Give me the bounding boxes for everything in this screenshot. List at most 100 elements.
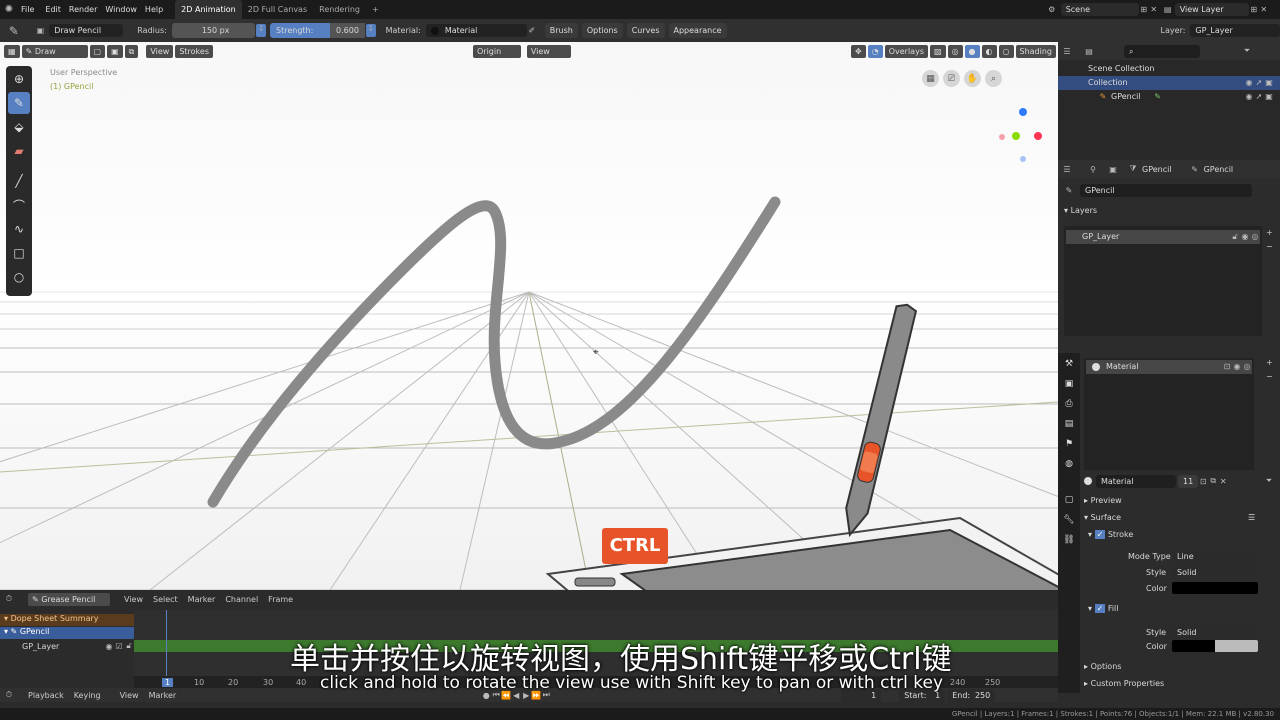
stroke-style-selector[interactable]: Solid: [1172, 566, 1258, 579]
view-menu[interactable]: View: [146, 44, 174, 58]
timeline-editor-icon[interactable]: ⏱: [4, 690, 14, 700]
zoom-icon[interactable]: ⌕: [985, 70, 1002, 87]
end-frame-field[interactable]: End: 250: [947, 688, 996, 702]
checkbox-icon[interactable]: ☑: [114, 642, 124, 651]
erase-tool-icon[interactable]: ▰: [8, 140, 30, 162]
lock-icon[interactable]: 🔓︎: [124, 641, 134, 651]
visibility-eye-icon[interactable]: ◉: [104, 642, 114, 651]
tool-tab-icon[interactable]: ⚒: [1060, 355, 1078, 373]
channel-gpencil[interactable]: ▾ ✎ GPencil: [0, 627, 134, 639]
stroke-panel-header[interactable]: ▾ ✓ Stroke: [1088, 530, 1133, 539]
menu-edit[interactable]: Edit: [41, 0, 65, 19]
custom-props-panel-header[interactable]: ▸ Custom Properties: [1084, 679, 1164, 688]
toggle-camera-icon[interactable]: ▦: [922, 70, 939, 87]
outliner-gpencil[interactable]: ✎ GPencil ✎ ◉ ➚ ▣: [1058, 90, 1280, 104]
visibility-eye-icon[interactable]: ◉: [1232, 360, 1242, 374]
visibility-eye-icon[interactable]: ◉: [1240, 230, 1250, 244]
view-layer-tab-icon[interactable]: ▤: [1060, 415, 1078, 433]
cursor-tool-icon[interactable]: ⊕: [8, 68, 30, 90]
view-layer-selector[interactable]: View Layer: [1174, 3, 1249, 16]
appearance-menu[interactable]: Appearance: [668, 23, 727, 38]
lock-icon[interactable]: ⊡: [1222, 360, 1232, 374]
marker-menu[interactable]: Marker: [188, 595, 216, 604]
add-workspace-button[interactable]: +: [366, 0, 385, 19]
radius-field[interactable]: 150 px: [171, 23, 256, 38]
visibility-eye-icon[interactable]: ◉: [1244, 76, 1254, 90]
remove-material-button[interactable]: −: [1266, 372, 1273, 381]
remove-layer-button[interactable]: −: [1266, 242, 1273, 251]
view-menu[interactable]: View: [124, 595, 143, 604]
onion-skin-icon[interactable]: ◎: [1242, 360, 1252, 374]
outliner-editor-icon[interactable]: ☰: [1062, 47, 1072, 56]
menu-window[interactable]: Window: [101, 0, 141, 19]
selectable-icon[interactable]: ➚: [1254, 76, 1264, 90]
view-selector[interactable]: View: [526, 44, 572, 58]
fill-panel-header[interactable]: ▾ ✓ Fill: [1088, 604, 1119, 613]
scene-tab-icon[interactable]: ⚑: [1060, 435, 1078, 453]
select-box-icon[interactable]: ▢: [89, 44, 106, 58]
material-slot-field[interactable]: Material: [1096, 474, 1176, 488]
list-icon[interactable]: ☰: [1248, 513, 1255, 522]
x-axis-icon[interactable]: [1034, 132, 1042, 140]
layers-panel-header[interactable]: ▾ Layers: [1058, 202, 1280, 220]
menu-render[interactable]: Render: [65, 0, 101, 19]
neg-z-axis-icon[interactable]: [1020, 156, 1026, 162]
render-icon[interactable]: ▣: [1264, 90, 1274, 104]
channel-gp-layer[interactable]: GP_Layer ◉ ☑ 🔓︎: [0, 640, 134, 652]
lock-icon[interactable]: 🔓︎: [1230, 230, 1240, 244]
menu-file[interactable]: File: [14, 0, 41, 19]
mode-selector[interactable]: ✎ Draw: [21, 44, 88, 58]
playback-menu[interactable]: Playback: [28, 691, 64, 700]
stroke-color-swatch[interactable]: [1172, 582, 1258, 594]
radius-pressure-icon[interactable]: ⇩: [256, 24, 266, 37]
brush-selector[interactable]: Draw Pencil: [49, 24, 124, 37]
dope-sheet-editor-icon[interactable]: ⏱: [4, 594, 14, 604]
pan-hand-icon[interactable]: ✋: [964, 70, 981, 87]
solid-shading-icon[interactable]: ●: [964, 44, 980, 58]
visibility-eye-icon[interactable]: ◉: [1244, 90, 1254, 104]
fake-user-icon[interactable]: ⊡: [1198, 477, 1208, 486]
unlink-icon[interactable]: ✕: [1218, 477, 1228, 486]
object-data-icon[interactable]: ▣: [1108, 165, 1118, 174]
render-icon[interactable]: ▣: [1264, 76, 1274, 90]
fill-color-swatch[interactable]: [1172, 640, 1258, 652]
timeline-marker-menu[interactable]: Marker: [149, 691, 177, 700]
overlays-menu[interactable]: Overlays: [884, 44, 928, 58]
options-menu[interactable]: Options: [581, 23, 623, 38]
timeline-view-menu[interactable]: View: [120, 691, 139, 700]
overlays-toggle[interactable]: ◔: [867, 44, 883, 58]
line-tool-icon[interactable]: ╱: [8, 170, 30, 192]
strength-field[interactable]: Strength: 0.600: [270, 23, 365, 38]
tab-rendering[interactable]: Rendering: [313, 0, 366, 19]
add-layer-button[interactable]: +: [1266, 228, 1273, 237]
modifier-tab-icon[interactable]: 🔧︎: [1060, 511, 1078, 529]
blender-logo-icon[interactable]: ✺: [4, 4, 14, 15]
rendered-shading-icon[interactable]: ○: [998, 44, 1014, 58]
material-selector[interactable]: Material: [425, 24, 528, 37]
mode-type-selector[interactable]: Line: [1172, 550, 1258, 563]
output-tab-icon[interactable]: ⎙: [1060, 395, 1078, 413]
options-panel-header[interactable]: ▸ Options: [1084, 662, 1121, 671]
origin-selector[interactable]: Origin: [473, 44, 521, 58]
strength-pressure-icon[interactable]: ⇩: [365, 24, 376, 37]
mode-selector[interactable]: ✎ Grease Pencil: [28, 592, 110, 606]
wireframe-shading-icon[interactable]: ◎: [947, 44, 963, 58]
select-intersect-icon[interactable]: ⧉: [124, 44, 139, 58]
display-mode-icon[interactable]: ▤: [1084, 47, 1094, 56]
material-list[interactable]: Material ⊡ ◉ ◎: [1084, 358, 1254, 470]
outliner-collection[interactable]: Collection ◉ ➚ ▣: [1058, 76, 1280, 90]
frame-menu[interactable]: Frame: [268, 595, 293, 604]
curve-tool-icon[interactable]: ∿: [8, 218, 30, 240]
properties-editor-icon[interactable]: ☰: [1062, 165, 1072, 174]
y-axis-icon[interactable]: [1012, 132, 1020, 140]
box-tool-icon[interactable]: □: [8, 242, 30, 264]
constraint-tab-icon[interactable]: ⛓︎: [1060, 531, 1078, 549]
new-view-layer-icon[interactable]: ⊞: [1249, 5, 1259, 14]
onion-skin-icon[interactable]: ◎: [1250, 230, 1260, 244]
shading-menu[interactable]: Shading: [1015, 44, 1056, 58]
remove-view-layer-icon[interactable]: ✕: [1259, 5, 1269, 14]
surface-panel-header[interactable]: ▾ Surface: [1084, 513, 1121, 522]
fill-tool-icon[interactable]: ⬙: [8, 116, 30, 138]
keying-menu[interactable]: Keying: [74, 691, 101, 700]
add-material-button[interactable]: +: [1266, 358, 1273, 367]
